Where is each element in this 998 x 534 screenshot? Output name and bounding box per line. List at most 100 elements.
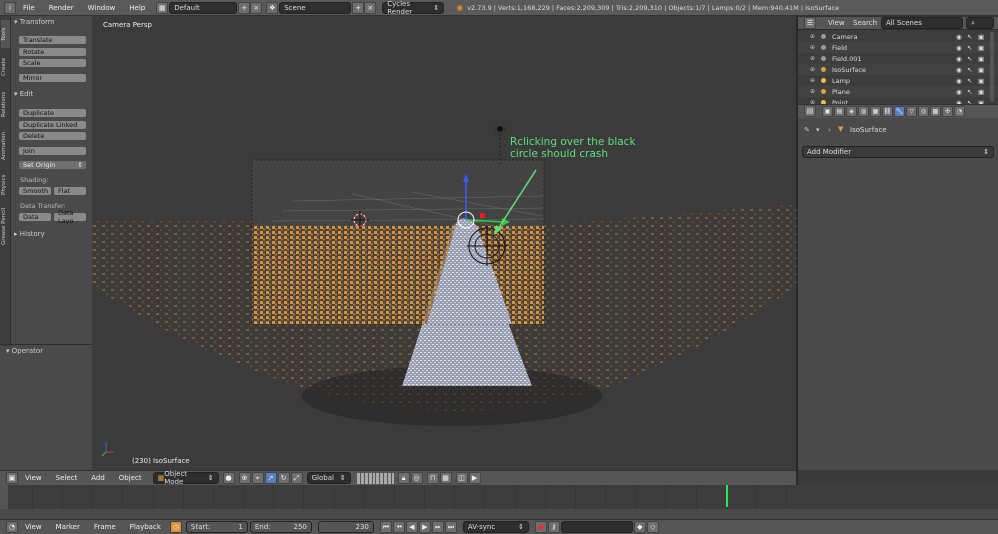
insert-keyframe-icon[interactable]: ◆ (633, 521, 646, 533)
outliner-item[interactable]: ◉ ↖ ▣ ⊕ Field (798, 42, 998, 53)
3d-viewport[interactable]: Camera Persp (230) IsoSurface Rclicking … (92, 16, 796, 470)
expand-icon[interactable]: ⊕ (810, 77, 815, 84)
properties-editor-icon[interactable]: ▤ (804, 105, 816, 117)
translate-manipulator-icon[interactable]: ↗ (264, 472, 277, 484)
expand-icon[interactable]: ⊕ (810, 66, 815, 73)
outliner-item[interactable]: ◉ ↖ ▣ ⊕ Lamp (798, 75, 998, 86)
history-panel-header[interactable]: ▸ History (14, 230, 45, 238)
transform-panel-header[interactable]: ▾ Transform (14, 18, 55, 26)
current-frame-line[interactable] (725, 485, 728, 507)
eye-icon[interactable]: ◉ (956, 44, 962, 52)
opengl-render-icon[interactable]: ▶ (468, 472, 481, 484)
eye-icon[interactable]: ◉ (956, 77, 962, 85)
remove-layout-icon[interactable]: × (250, 1, 263, 14)
keying-set-field[interactable] (560, 521, 633, 533)
outliner-item[interactable]: ◉ ↖ ▣ ⊕ IsoSurface (798, 64, 998, 75)
tab-relations[interactable]: Relations (1, 86, 10, 122)
tab-create[interactable]: Create (1, 52, 10, 82)
tab-particles-icon[interactable]: ✣ (942, 106, 953, 117)
cursor-icon[interactable]: ↖ (967, 55, 972, 63)
mode-selector[interactable]: ▦ Object Mode ⇕ (152, 470, 219, 486)
menu-file[interactable]: File (16, 4, 42, 12)
mirror-button[interactable]: Mirror (18, 73, 87, 83)
eye-icon[interactable]: ◉ (956, 66, 962, 74)
lock-icon[interactable]: 🔒︎ (397, 472, 410, 484)
eye-icon[interactable]: ◉ (956, 88, 962, 96)
add-modifier-dropdown[interactable]: Add Modifier ⇕ (802, 146, 994, 158)
keying-set-icon[interactable]: ⚷ (547, 521, 560, 533)
camera-icon[interactable]: ▣ (978, 44, 984, 52)
tab-modifiers-icon[interactable]: 🔧︎ (894, 106, 905, 117)
outliner-item[interactable]: ◉ ↖ ▣ ⊕ Plane (798, 86, 998, 97)
menu-help[interactable]: Help (122, 4, 152, 12)
cursor-icon[interactable]: ↖ (967, 88, 972, 96)
operator-panel-header[interactable]: ▾ Operator (6, 347, 43, 355)
outliner-search-input[interactable]: ⌕ (966, 17, 994, 29)
snap-icon[interactable]: ⊓ (426, 472, 439, 484)
layout-icon[interactable]: ▦ (156, 1, 169, 14)
menu-render[interactable]: Render (42, 4, 81, 12)
scale-manipulator-icon[interactable]: ⤢ (290, 472, 303, 484)
data-button[interactable]: Data (18, 212, 52, 222)
tab-texture-icon[interactable]: ▩ (930, 106, 941, 117)
tab-render-layers-icon[interactable]: ▤ (834, 106, 845, 117)
flat-button[interactable]: Flat (53, 186, 87, 196)
duplicate-button[interactable]: Duplicate (18, 108, 87, 118)
edit-panel-header[interactable]: ▾ Edit (14, 90, 33, 98)
cursor-icon[interactable]: ↖ (967, 33, 972, 41)
expand-icon[interactable]: ⊕ (810, 44, 815, 51)
proportional-edit-icon[interactable]: ◎ (410, 472, 423, 484)
camera-icon[interactable]: ▣ (978, 55, 984, 63)
tab-data-icon[interactable]: ▽ (906, 106, 917, 117)
scene-selector[interactable]: Scene (279, 1, 352, 14)
add-menu[interactable]: Add (84, 474, 112, 482)
marker-menu[interactable]: Marker (49, 523, 87, 531)
expand-icon[interactable]: ⊕ (810, 88, 815, 95)
cursor-icon[interactable]: ↖ (967, 66, 972, 74)
sync-mode-selector[interactable]: AV-sync ⇕ (462, 521, 529, 533)
layer-group-2[interactable] (375, 472, 394, 484)
playback-menu[interactable]: Playback (123, 523, 168, 531)
manipulator-toggle-icon[interactable]: ⌖ (251, 472, 264, 484)
viewport-shading-icon[interactable]: ● (222, 472, 235, 484)
eye-icon[interactable]: ◉ (956, 33, 962, 41)
snap-element-icon[interactable]: ▦ (439, 472, 452, 484)
set-origin-dropdown[interactable]: Set Origin ⇕ (18, 160, 87, 170)
tab-scene-icon[interactable]: ◈ (846, 106, 857, 117)
rotate-manipulator-icon[interactable]: ↻ (277, 472, 290, 484)
join-button[interactable]: Join (18, 146, 87, 156)
outliner-editor-icon[interactable]: ☰ (804, 17, 816, 29)
camera-icon[interactable]: ▣ (978, 77, 984, 85)
viewport-editor-icon[interactable]: ▣ (6, 472, 18, 484)
start-frame-field[interactable]: Start: 1 (185, 521, 248, 533)
outliner-item[interactable]: ◉ ↖ ▣ ⊕ Camera (798, 31, 998, 42)
outliner-view-menu[interactable]: View (828, 19, 845, 27)
play-reverse-icon[interactable]: ◀ (405, 521, 418, 533)
render-preview-icon[interactable]: ◫ (455, 472, 468, 484)
tab-grease-pencil[interactable]: Grease Pencil (1, 204, 10, 248)
translate-button[interactable]: Translate (18, 35, 87, 45)
camera-icon[interactable]: ▣ (978, 66, 984, 74)
layer-group-1[interactable] (356, 472, 375, 484)
delete-button[interactable]: Delete (18, 131, 87, 141)
jump-end-icon[interactable]: ⏭︎ (444, 521, 457, 533)
expand-icon[interactable]: ⊕ (810, 55, 815, 62)
tab-tools[interactable]: Tools (1, 20, 10, 48)
tab-material-icon[interactable]: ◎ (918, 106, 929, 117)
cursor-icon[interactable]: ↖ (967, 77, 972, 85)
play-icon[interactable]: ▶ (418, 521, 431, 533)
outliner-scope-selector[interactable]: All Scenes (881, 17, 963, 29)
view-menu[interactable]: View (18, 474, 49, 482)
current-frame-field[interactable]: 230 (317, 521, 374, 533)
tab-world-icon[interactable]: ◍ (858, 106, 869, 117)
select-menu[interactable]: Select (49, 474, 85, 482)
outliner-search-menu[interactable]: Search (853, 19, 877, 27)
tab-constraints-icon[interactable]: ⛓ (882, 106, 893, 117)
layout-selector[interactable]: Default (169, 1, 238, 14)
menu-window[interactable]: Window (81, 4, 123, 12)
prev-keyframe-icon[interactable]: ⏪︎ (392, 521, 405, 533)
tab-animation[interactable]: Animation (1, 126, 10, 166)
pivot-point-icon[interactable]: ⊕ (238, 472, 251, 484)
record-icon[interactable]: ● (534, 521, 547, 533)
timeline-view-menu[interactable]: View (18, 523, 49, 531)
